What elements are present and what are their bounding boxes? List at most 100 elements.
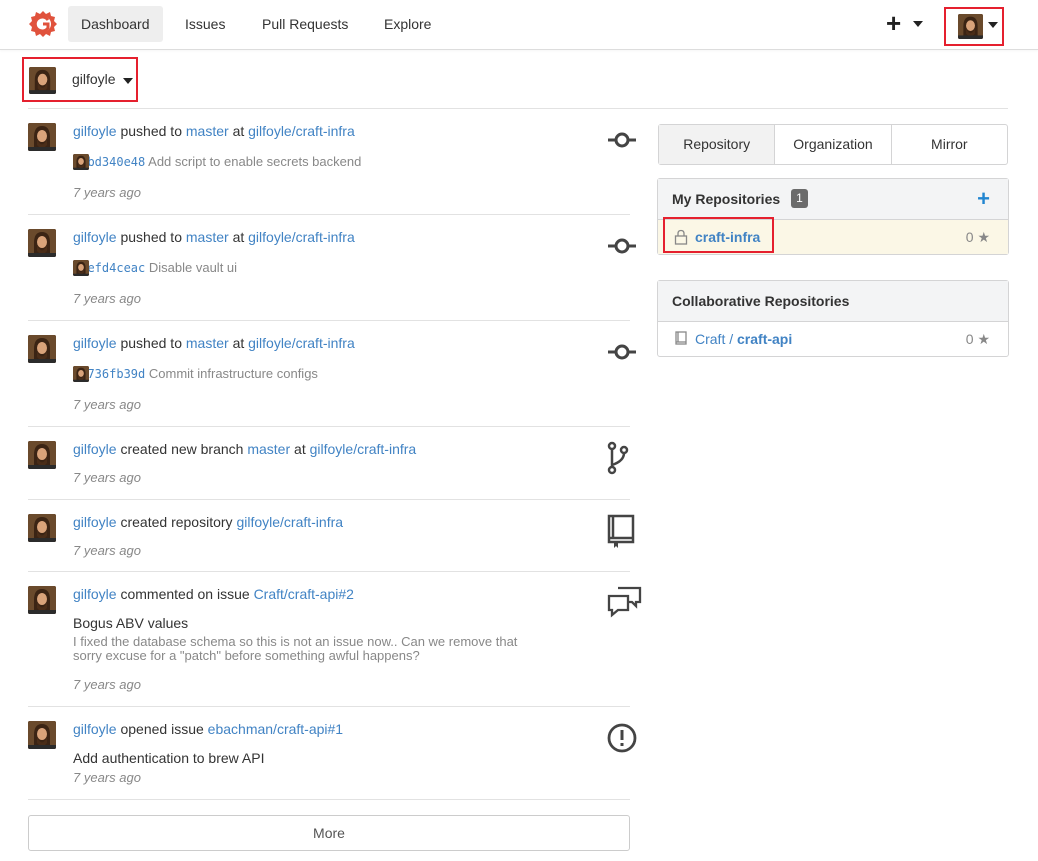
feed-item: gilfoyle commented on issue Craft/craft-…: [28, 586, 642, 707]
chevron-down-icon: [123, 78, 133, 84]
context-username: gilfoyle: [72, 71, 116, 87]
divider: [28, 108, 1008, 109]
repo-link[interactable]: gilfoyle/craft-infra: [248, 123, 355, 139]
feed-item: gilfoyle pushed to master at gilfoyle/cr…: [28, 123, 636, 215]
tab-organization[interactable]: Organization: [774, 125, 890, 164]
avatar[interactable]: [28, 586, 56, 614]
repo-link[interactable]: gilfoyle/craft-infra: [248, 335, 355, 351]
create-new-button[interactable]: +: [886, 10, 901, 36]
action-text: opened issue: [120, 721, 204, 737]
panel-title: My Repositories: [672, 191, 781, 207]
user-link[interactable]: gilfoyle: [73, 586, 117, 602]
comment-body: I fixed the database schema so this is n…: [73, 635, 573, 663]
action-text: commented on issue: [120, 586, 250, 602]
timestamp: 7 years ago: [73, 770, 141, 785]
timestamp: 7 years ago: [73, 470, 141, 485]
user-link[interactable]: gilfoyle: [73, 229, 117, 245]
git-branch-icon: [607, 441, 629, 475]
repo-link[interactable]: gilfoyle/craft-infra: [310, 441, 417, 457]
user-menu-button[interactable]: [944, 7, 1004, 46]
conj-text: at: [294, 441, 306, 457]
action-text: pushed to: [120, 335, 182, 351]
panel-header: Collaborative Repositories: [658, 281, 1008, 322]
issue-title: Bogus ABV values: [73, 615, 189, 631]
repo-icon: [607, 514, 635, 548]
commit-line: 72bd340e48 Add script to enable secrets …: [73, 154, 362, 170]
branch-link[interactable]: master: [247, 441, 290, 457]
user-link[interactable]: gilfoyle: [73, 335, 117, 351]
star-count: 0 ★: [965, 229, 990, 245]
repo-link[interactable]: gilfoyle/craft-infra: [248, 229, 355, 245]
user-link[interactable]: gilfoyle: [73, 514, 117, 530]
tab-mirror[interactable]: Mirror: [890, 125, 1007, 164]
avatar[interactable]: [28, 229, 56, 257]
issue-link[interactable]: ebachman/craft-api#1: [208, 721, 343, 737]
avatar[interactable]: [28, 514, 56, 542]
user-link[interactable]: gilfoyle: [73, 441, 117, 457]
star-icon: ★: [977, 331, 990, 347]
feed-title: gilfoyle created repository gilfoyle/cra…: [73, 514, 343, 530]
action-text: created new branch: [120, 441, 244, 457]
timestamp: 7 years ago: [73, 185, 141, 200]
user-link[interactable]: gilfoyle: [73, 721, 117, 737]
action-text: pushed to: [120, 123, 182, 139]
branch-link[interactable]: master: [186, 123, 229, 139]
gitea-logo-icon[interactable]: [27, 8, 59, 40]
feed-item: gilfoyle pushed to master at gilfoyle/cr…: [28, 229, 636, 321]
user-link[interactable]: gilfoyle: [73, 123, 117, 139]
context-user-switcher[interactable]: gilfoyle: [22, 57, 138, 102]
avatar[interactable]: [28, 441, 56, 469]
nav-issues[interactable]: Issues: [172, 6, 238, 42]
nav-pull-requests[interactable]: Pull Requests: [249, 6, 361, 42]
comment-line: sorry excuse for a "patch" before someth…: [73, 648, 420, 663]
star-count: 0 ★: [965, 331, 990, 347]
top-navbar: Dashboard Issues Pull Requests Explore +: [0, 0, 1038, 50]
nav-dashboard[interactable]: Dashboard: [68, 6, 163, 42]
avatar: [29, 67, 56, 94]
repo-link[interactable]: Craft / craft-api: [695, 331, 792, 347]
branch-link[interactable]: master: [186, 229, 229, 245]
repo-icon: [675, 331, 687, 345]
more-button[interactable]: More: [28, 815, 630, 851]
feed-item: gilfoyle pushed to master at gilfoyle/cr…: [28, 335, 636, 427]
action-text: created repository: [120, 514, 233, 530]
chevron-down-icon: [988, 22, 998, 28]
timestamp: 7 years ago: [73, 543, 141, 558]
commit-message: Disable vault ui: [148, 260, 238, 275]
feed-item: gilfoyle created repository gilfoyle/cra…: [28, 514, 635, 572]
create-new-chevron-down-icon[interactable]: [913, 21, 923, 27]
feed-title: gilfoyle opened issue ebachman/craft-api…: [73, 721, 343, 737]
issue-link[interactable]: Craft/craft-api#2: [254, 586, 354, 602]
repo-list-item[interactable]: Craft / craft-api 0 ★: [658, 322, 1008, 356]
conj-text: at: [232, 335, 245, 351]
nav-explore[interactable]: Explore: [371, 6, 444, 42]
add-repository-button[interactable]: +: [977, 188, 990, 210]
issue-title: Add authentication to brew API: [73, 750, 265, 766]
avatar[interactable]: [28, 721, 56, 749]
conj-text: at: [232, 123, 245, 139]
avatar[interactable]: [28, 123, 56, 151]
commit-icon: [608, 132, 636, 148]
timestamp: 7 years ago: [73, 677, 141, 692]
commit-message: Add script to enable secrets backend: [148, 154, 362, 169]
avatar[interactable]: [28, 335, 56, 363]
feed-title: gilfoyle pushed to master at gilfoyle/cr…: [73, 335, 355, 351]
repo-count-badge: 1: [791, 189, 808, 208]
highlight-box: [663, 217, 774, 253]
star-icon: ★: [977, 229, 990, 245]
commit-icon: [608, 238, 636, 254]
issue-opened-icon: [607, 723, 637, 753]
avatar: [73, 260, 89, 276]
commit-line: 84736fb39d Commit infrastructure configs: [73, 366, 318, 382]
avatar: [73, 366, 89, 382]
panel-title: Collaborative Repositories: [672, 293, 850, 309]
commit-message: Commit infrastructure configs: [148, 366, 318, 381]
repo-link[interactable]: gilfoyle/craft-infra: [236, 514, 343, 530]
tab-repository[interactable]: Repository: [659, 125, 775, 164]
panel-header: My Repositories 1 +: [658, 179, 1008, 220]
branch-link[interactable]: master: [186, 335, 229, 351]
avatar: [73, 154, 89, 170]
feed-title: gilfoyle commented on issue Craft/craft-…: [73, 586, 354, 602]
collaborative-repositories-panel: Collaborative Repositories Craft / craft…: [657, 280, 1009, 357]
comment-discussion-icon: [607, 586, 642, 618]
